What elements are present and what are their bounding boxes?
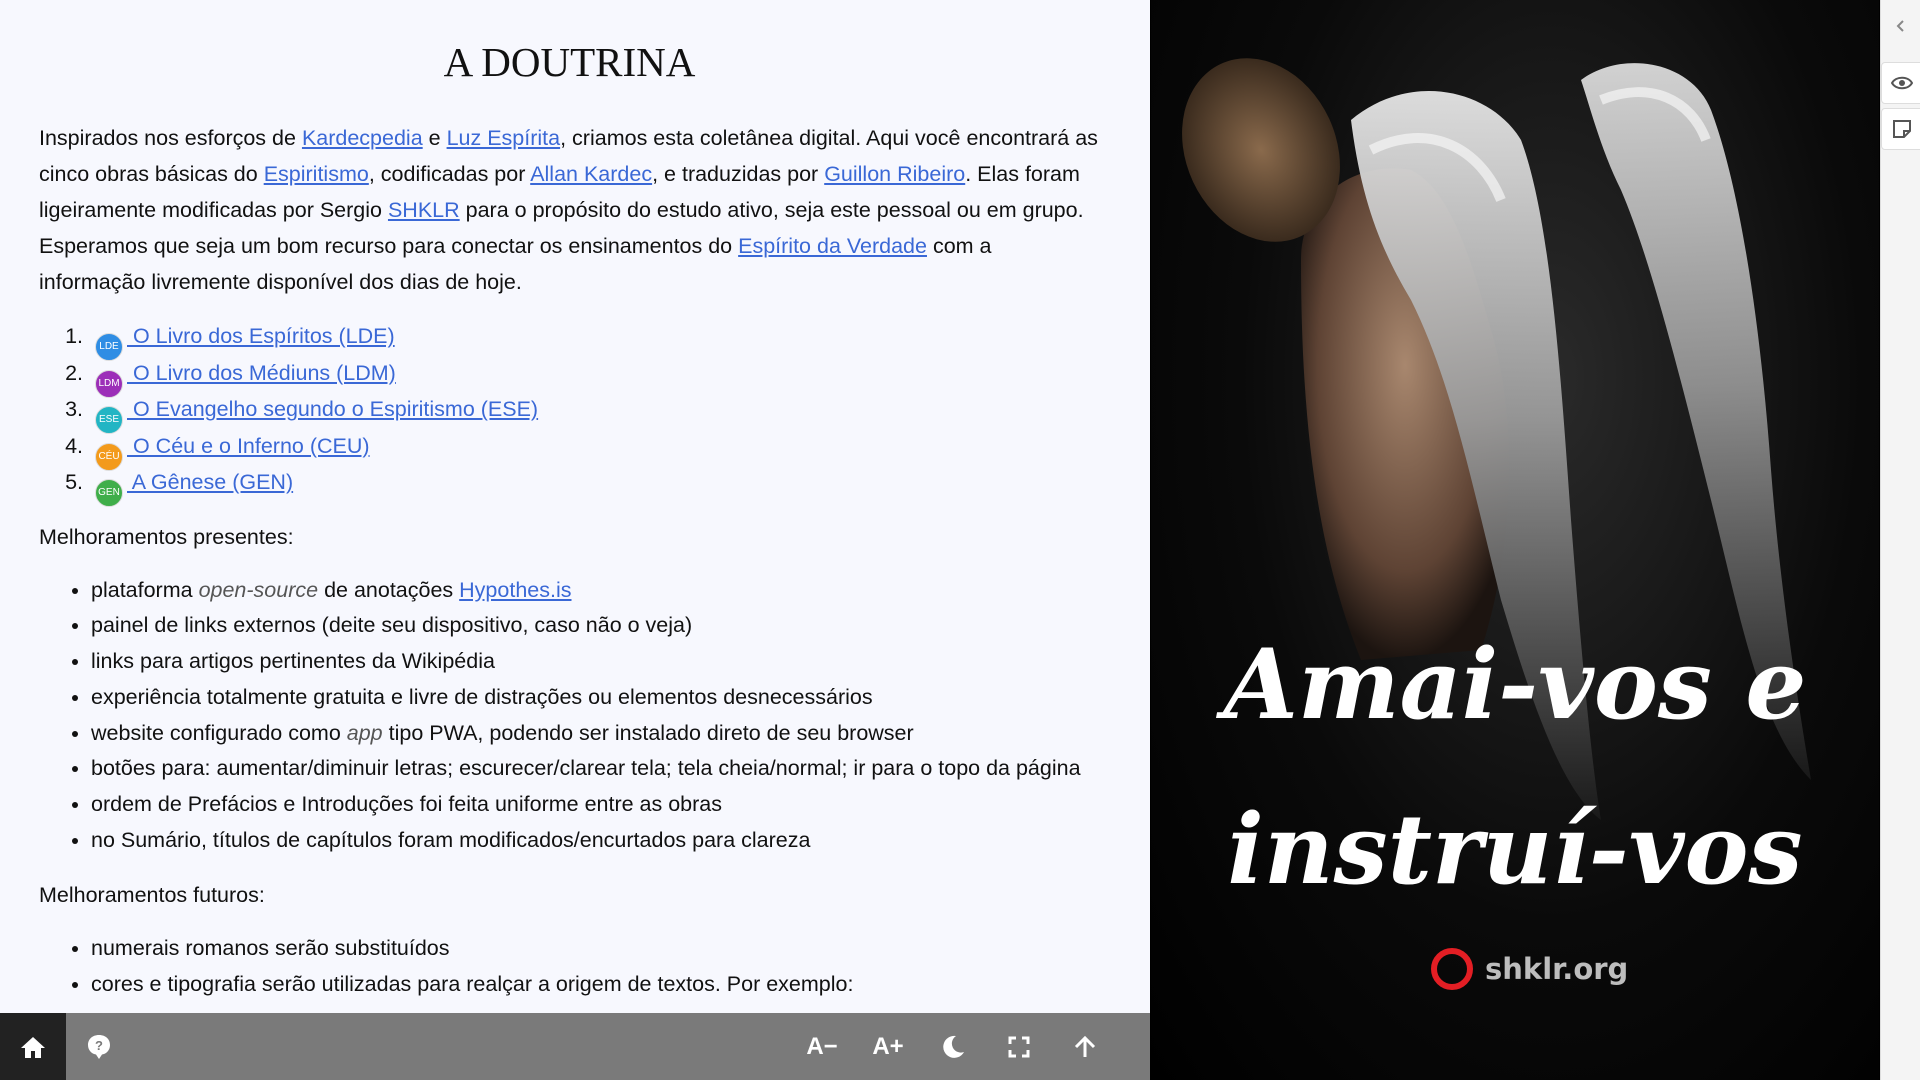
cover-title-line-2: instruí-vos — [1227, 793, 1803, 906]
present-heading: Melhoramentos presentes: — [39, 524, 294, 549]
book-title: O Evangelho segundo o Espiritismo (ESE) — [127, 397, 539, 421]
list-item: botões para: aumentar/diminuir letras; e… — [91, 751, 1100, 787]
espiritismo-link[interactable]: Espiritismo — [264, 162, 369, 186]
brand-name: shklr.org — [1485, 952, 1629, 986]
chevron-left-icon — [1896, 20, 1904, 32]
list-item: plataforma open-source de anotações Hypo… — [91, 573, 1100, 609]
brand-circle-icon — [1431, 948, 1473, 990]
espirito-da-verdade-link[interactable]: Espírito da Verdade — [738, 234, 927, 258]
home-button[interactable] — [0, 1013, 66, 1080]
new-note-button[interactable] — [1881, 108, 1920, 150]
list-item: website configurado como app tipo PWA, p… — [91, 716, 1100, 752]
intro-text: Inspirados nos esforços de — [39, 126, 302, 150]
arrow-up-icon — [1074, 1035, 1096, 1057]
book-link-ese[interactable]: ESE O Evangelho segundo o Espiritismo (E… — [95, 397, 539, 434]
list-emphasis: app — [346, 720, 383, 745]
scroll-top-button[interactable] — [1052, 1013, 1118, 1080]
book-list: LDE O Livro dos Espíritos (LDE) LDM O Li… — [39, 318, 1100, 507]
list-text: tipo PWA, podendo ser instalado direto d… — [382, 720, 914, 745]
dark-mode-button[interactable] — [920, 1013, 986, 1080]
luz-espirita-link[interactable]: Luz Espírita — [447, 126, 561, 150]
help-button[interactable]: ? — [66, 1013, 132, 1080]
bottom-toolbar: ? A− A+ — [0, 1013, 1150, 1080]
list-text: de anotações — [318, 577, 460, 602]
intro-text: e — [422, 126, 447, 150]
list-item: no Sumário, títulos de capítulos foram m… — [91, 823, 1100, 859]
intro-paragraph: Inspirados nos esforços de Kardecpedia e… — [39, 120, 1100, 300]
intro-text: , e traduzidas por — [652, 162, 825, 186]
toggle-highlights-button[interactable] — [1881, 62, 1920, 104]
list-emphasis: open-source — [198, 577, 319, 602]
annotation-sidebar — [1880, 0, 1920, 1080]
book-title: O Livro dos Médiuns (LDM) — [127, 360, 396, 385]
svg-text:?: ? — [95, 1038, 103, 1053]
fullscreen-icon — [1008, 1036, 1030, 1057]
book-item-lde: LDE O Livro dos Espíritos (LDE) — [89, 318, 1100, 361]
sidebar-collapse-button[interactable] — [1881, 6, 1920, 46]
content-panel[interactable]: A DOUTRINA Inspirados nos esforços de Ka… — [0, 0, 1150, 1080]
shklr-link[interactable]: SHKLR — [388, 198, 460, 222]
list-text: plataforma — [91, 577, 199, 602]
list-item: links para artigos pertinentes da Wikipé… — [91, 644, 1100, 680]
cover-image: Amai-vos e instruí-vos shklr.org — [1151, 0, 1879, 1080]
future-heading: Melhoramentos futuros: — [39, 882, 265, 907]
gen-badge-icon: GEN — [95, 479, 123, 507]
brand-logo: shklr.org — [1431, 948, 1628, 990]
intro-text: , codificadas por — [368, 162, 531, 186]
future-list: numerais romanos serão substituídos core… — [39, 931, 1100, 1003]
book-link-lde[interactable]: LDE O Livro dos Espíritos (LDE) — [95, 324, 395, 361]
book-link-ldm[interactable]: LDM O Livro dos Médiuns (LDM) — [95, 360, 396, 398]
angel-illustration — [1182, 58, 1811, 820]
kardecpedia-link[interactable]: Kardecpedia — [302, 126, 423, 150]
book-item-ldm: LDM O Livro dos Médiuns (LDM) — [89, 355, 1100, 398]
moon-icon — [943, 1035, 964, 1058]
fullscreen-button[interactable] — [986, 1013, 1052, 1080]
page-title: A DOUTRINA — [443, 39, 696, 85]
allan-kardec-link[interactable]: Allan Kardec — [530, 162, 652, 186]
font-increase-button[interactable]: A+ — [855, 1013, 921, 1080]
hypothesis-link[interactable]: Hypothes.is — [459, 578, 571, 602]
present-list: plataforma open-source de anotações Hypo… — [39, 573, 1100, 859]
list-item: painel de links externos (deite seu disp… — [91, 608, 1100, 644]
book-link-ceu[interactable]: CÉU O Céu e o Inferno (CEU) — [95, 433, 370, 471]
home-icon — [21, 1036, 45, 1058]
book-item-ceu: CÉU O Céu e o Inferno (CEU) — [89, 428, 1100, 471]
list-item: ordem de Prefácios e Introduções foi fei… — [91, 787, 1100, 823]
book-link-gen[interactable]: GEN A Gênese (GEN) — [95, 470, 294, 507]
guillon-ribeiro-link[interactable]: Guillon Ribeiro — [824, 162, 965, 186]
note-icon — [1893, 120, 1911, 138]
list-item: experiência totalmente gratuita e livre … — [91, 680, 1100, 716]
list-text: website configurado como — [91, 720, 347, 745]
book-item-ese: ESE O Evangelho segundo o Espiritismo (E… — [89, 391, 1100, 434]
font-decrease-button[interactable]: A− — [789, 1013, 855, 1080]
list-item: cores e tipografia serão utilizadas para… — [91, 967, 1100, 1003]
eye-icon — [1891, 76, 1913, 90]
book-title: O Livro dos Espíritos (LDE) — [127, 324, 395, 348]
book-title: A Gênese (GEN) — [127, 470, 294, 494]
book-item-gen: GEN A Gênese (GEN) — [89, 464, 1100, 507]
help-icon: ? — [88, 1034, 110, 1059]
cover-title-line-1: Amai-vos e — [1223, 628, 1807, 741]
book-title: O Céu e o Inferno (CEU) — [127, 433, 370, 458]
list-item: numerais romanos serão substituídos — [91, 931, 1100, 967]
